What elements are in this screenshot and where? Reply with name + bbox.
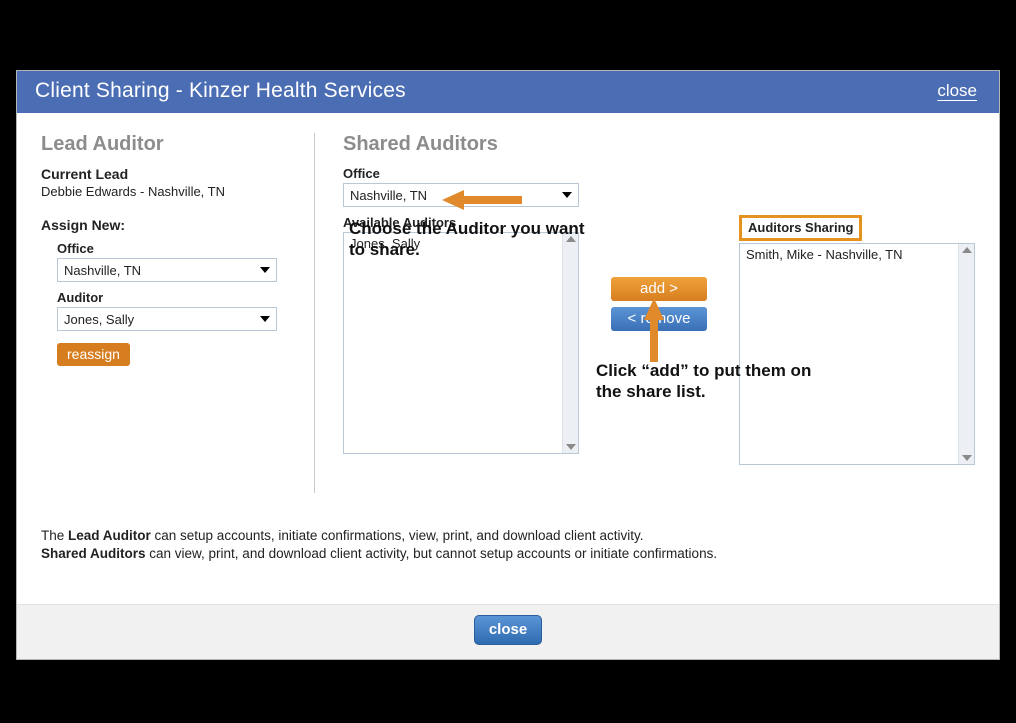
list-item[interactable]: Jones, Sally [348,235,558,252]
client-sharing-modal: Client Sharing - Kinzer Health Services … [16,70,1000,660]
lead-auditor-label: Auditor [57,290,292,305]
add-button[interactable]: add > [611,277,707,301]
shared-office-value: Nashville, TN [350,188,427,203]
scrollbar[interactable] [958,244,974,464]
list-item[interactable]: Smith, Mike - Nashville, TN [744,246,954,263]
lead-auditor-value: Jones, Sally [64,312,134,327]
shared-office-select[interactable]: Nashville, TN [343,183,579,207]
footnote-text: can setup accounts, initiate confirmatio… [151,528,644,543]
modal-title: Client Sharing - Kinzer Health Services [35,79,406,103]
footnote-bold: Lead Auditor [68,528,151,543]
assign-new-label: Assign New: [41,217,292,233]
lead-auditor-heading: Lead Auditor [41,133,292,156]
shared-auditors-pane: Shared Auditors Office Nashville, TN Ava… [343,133,975,493]
auditors-sharing-label: Auditors Sharing [739,215,862,241]
remove-button[interactable]: < remove [611,307,707,331]
reassign-button[interactable]: reassign [57,343,130,366]
modal-header: Client Sharing - Kinzer Health Services … [17,71,999,113]
modal-footer: close [17,604,999,659]
close-link-top[interactable]: close [933,79,981,103]
lead-auditor-pane: Lead Auditor Current Lead Debbie Edwards… [41,133,315,493]
close-button[interactable]: close [474,615,542,645]
footnote-text: The [41,528,68,543]
auditors-sharing-list[interactable]: Smith, Mike - Nashville, TN [739,243,975,465]
current-lead-label: Current Lead [41,166,292,182]
available-auditors-list[interactable]: Jones, Sally [343,232,579,454]
lead-office-label: Office [57,241,292,256]
lead-office-select[interactable]: Nashville, TN [57,258,277,282]
available-auditors-label: Available Auditors [343,215,579,230]
footnote: The Lead Auditor can setup accounts, ini… [41,527,975,563]
lead-office-value: Nashville, TN [64,263,141,278]
scrollbar[interactable] [562,233,578,453]
current-lead-value: Debbie Edwards - Nashville, TN [41,184,292,199]
lead-auditor-select[interactable]: Jones, Sally [57,307,277,331]
footnote-text: can view, print, and download client act… [146,546,718,561]
footnote-bold: Shared Auditors [41,546,146,561]
shared-office-label: Office [343,166,975,181]
shared-auditors-heading: Shared Auditors [343,133,975,156]
modal-body: Lead Auditor Current Lead Debbie Edwards… [17,113,999,604]
